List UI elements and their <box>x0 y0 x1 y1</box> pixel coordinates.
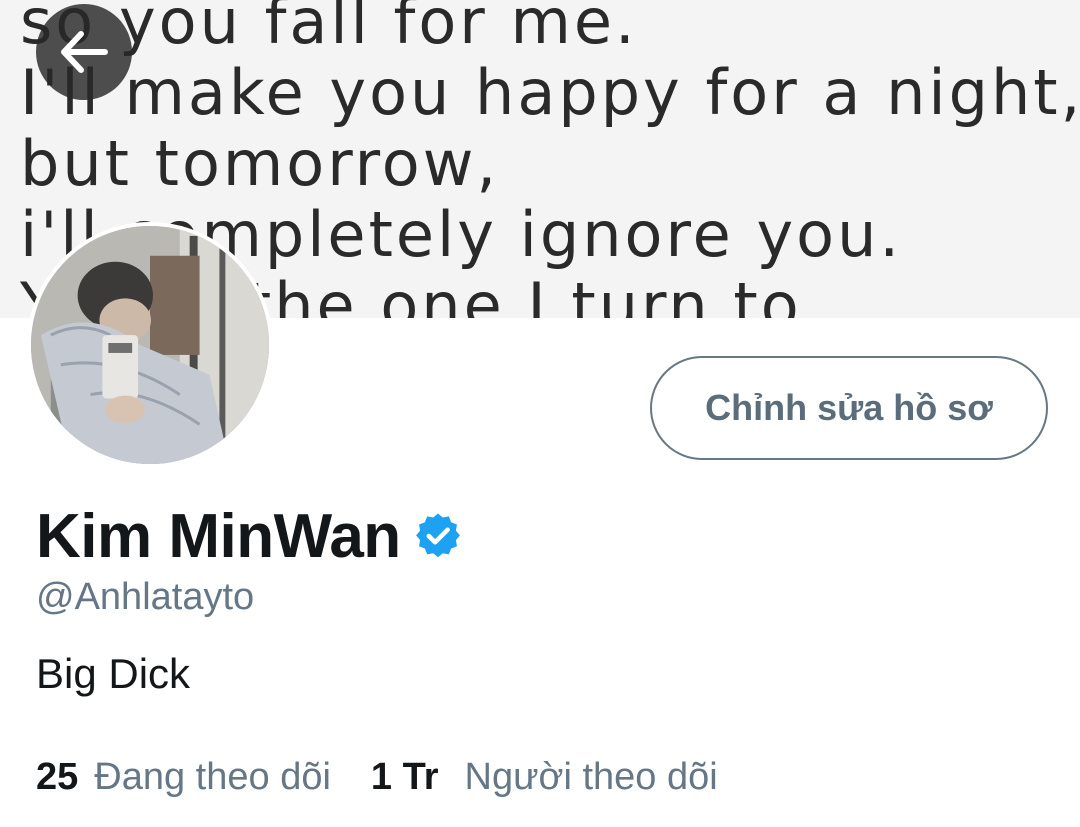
banner-line: but tomorrow, <box>20 127 500 200</box>
avatar-photo <box>31 226 269 464</box>
following-label: Đang theo dõi <box>94 755 331 798</box>
followers-count: 1 Tr <box>370 755 439 798</box>
banner-line: I'll make you happy for a night, <box>20 56 1080 129</box>
followers-link[interactable]: 1 Tr Người theo dõi <box>371 756 718 799</box>
profile-stats: 25 Đang theo dõi 1 Tr Người theo dõi <box>36 752 718 802</box>
banner-line: so you fall for me. <box>20 0 638 58</box>
following-count: 25 <box>36 755 79 798</box>
followers-label: Người theo dõi <box>464 755 718 798</box>
arrow-left-icon <box>61 31 108 73</box>
edit-profile-button[interactable]: Chỉnh sửa hồ sơ <box>650 356 1048 460</box>
following-link[interactable]: 25 Đang theo dõi <box>36 756 331 799</box>
profile-handle: @Anhlatayto <box>36 576 255 618</box>
verified-badge-icon <box>415 513 460 558</box>
back-button[interactable] <box>36 4 132 100</box>
display-name: Kim MinWan <box>36 501 401 571</box>
display-name-row: Kim MinWan <box>36 498 463 574</box>
avatar[interactable] <box>27 222 273 468</box>
profile-bio: Big Dick <box>36 650 191 697</box>
